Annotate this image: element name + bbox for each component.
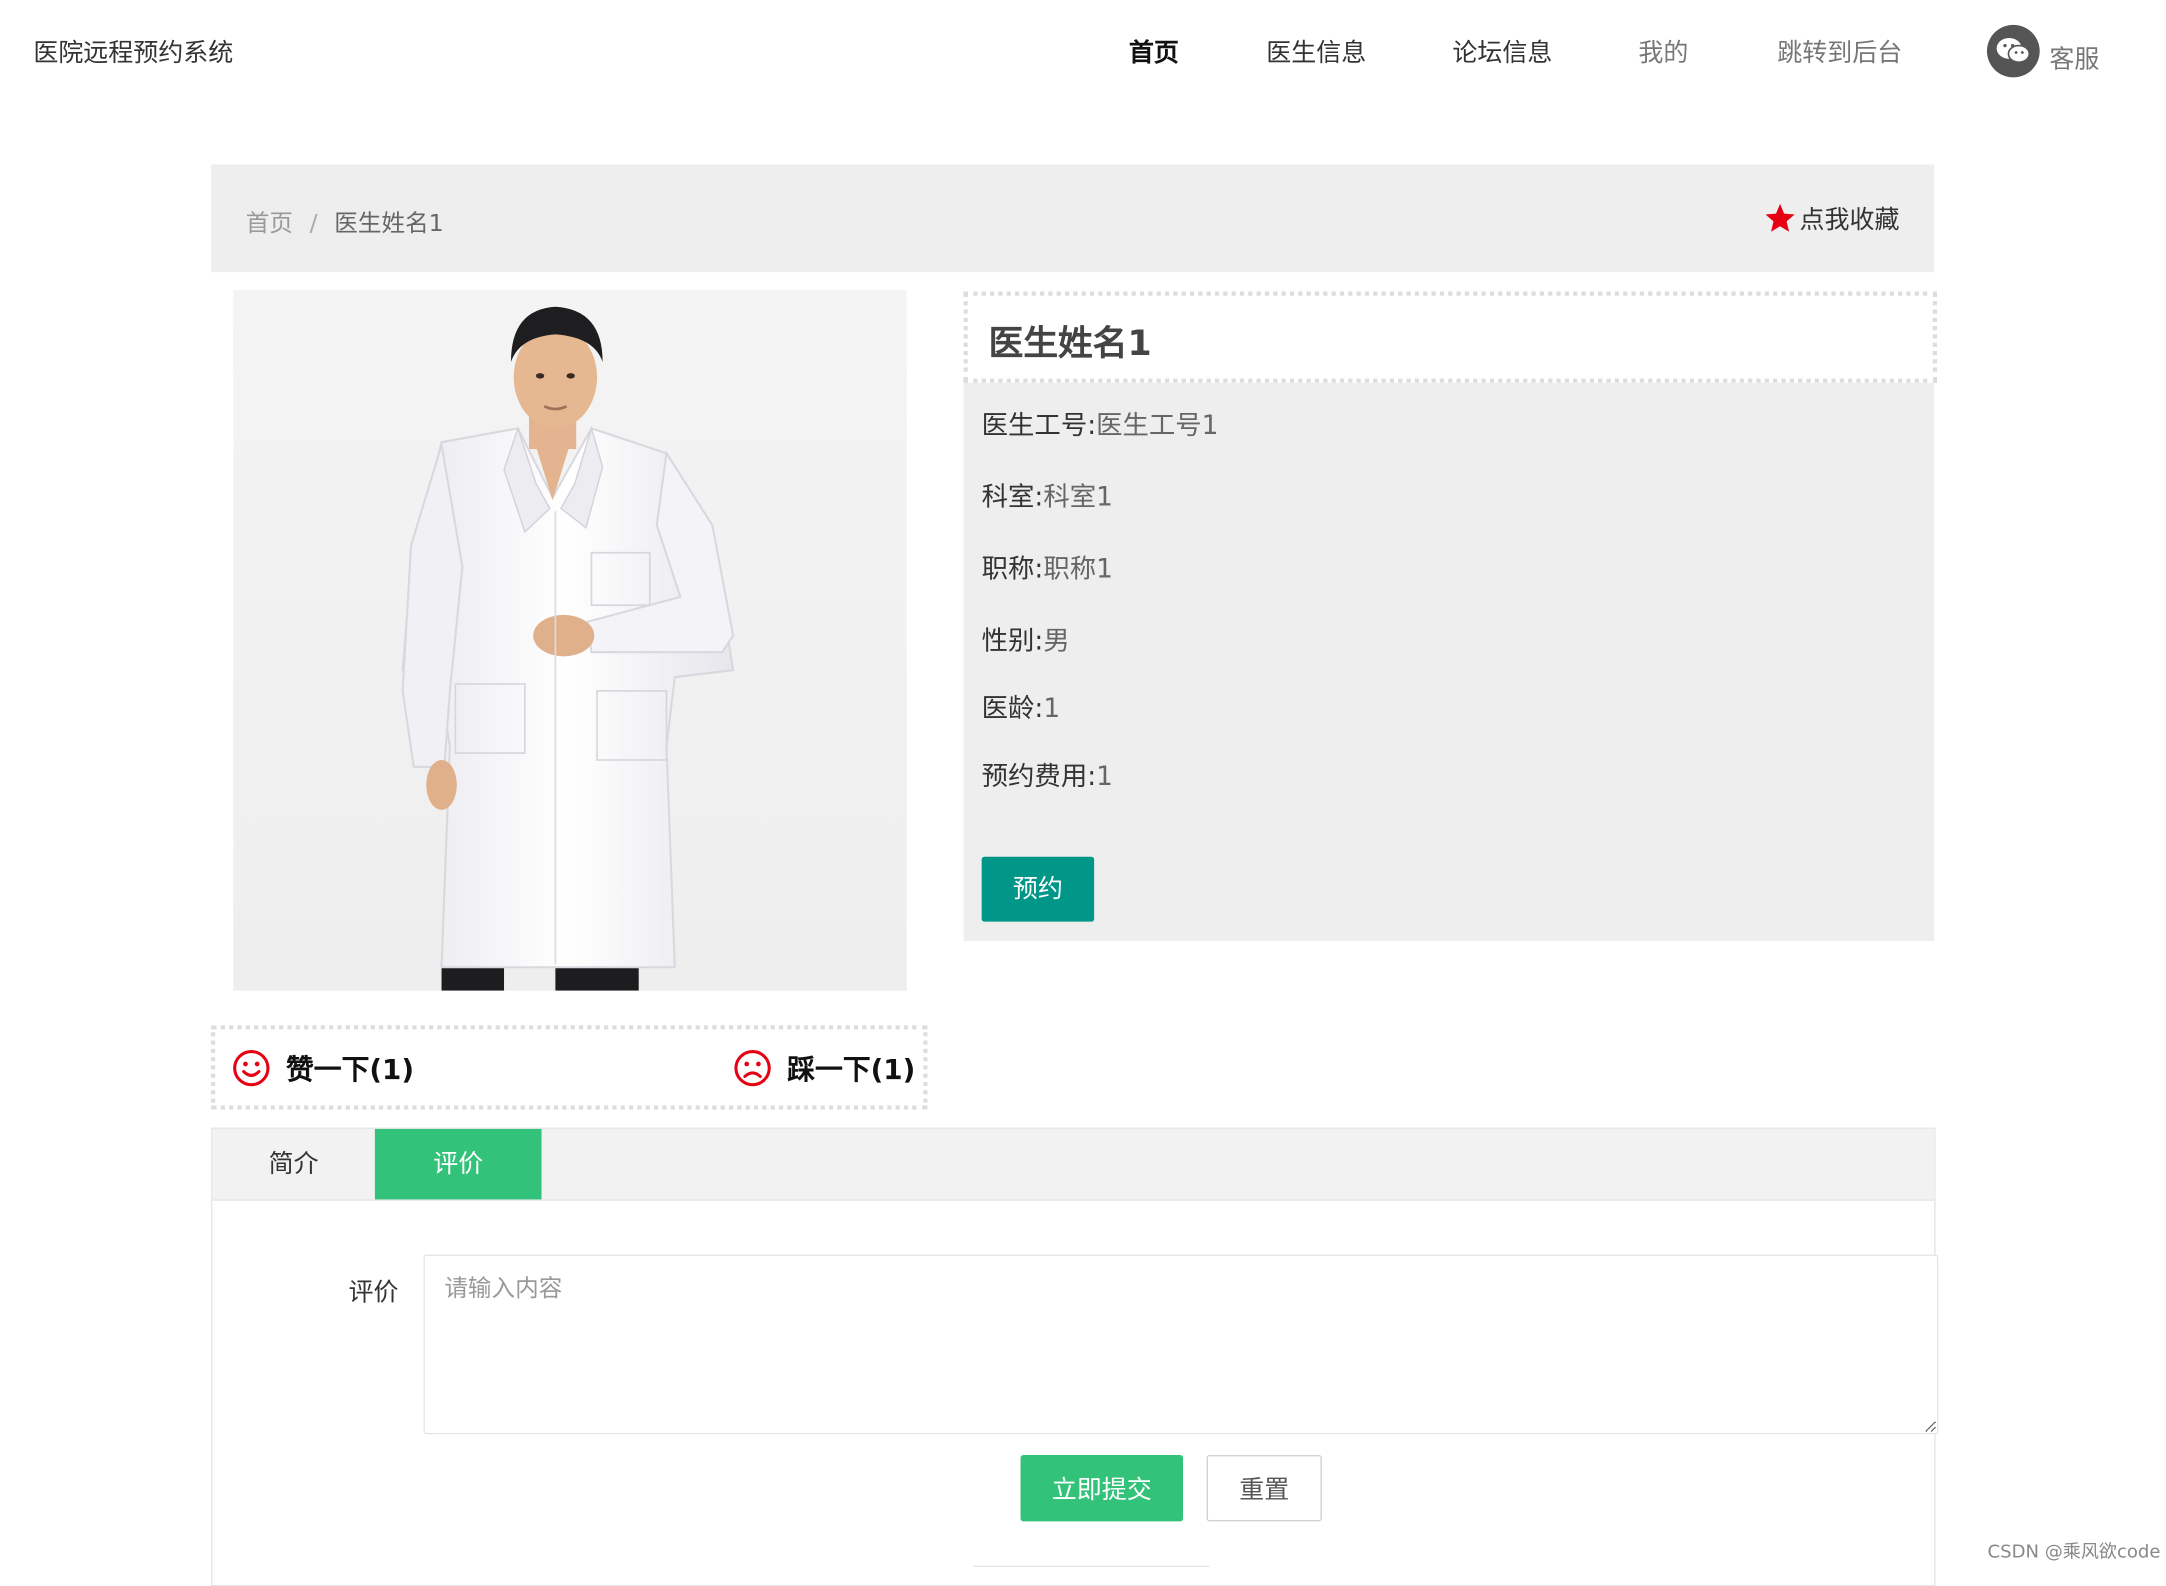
site-title: 医院远程预约系统 xyxy=(33,38,234,68)
customer-service-button[interactable]: 客服 xyxy=(1986,23,2100,78)
info-row-experience: 医龄:1 xyxy=(982,688,1060,725)
nav-mine[interactable]: 我的 xyxy=(1638,33,1688,69)
smile-icon xyxy=(233,1049,270,1086)
doctor-name: 医生姓名1 xyxy=(988,323,1152,364)
comment-label: 评价 xyxy=(348,1278,399,1308)
like-button[interactable]: 赞一下(1) xyxy=(232,1047,414,1087)
info-label: 性别: xyxy=(981,625,1044,657)
tabs-panel: 简介 评价 评价 立即提交 重置 xyxy=(211,1127,1939,1586)
info-value: 职称1 xyxy=(1043,554,1113,585)
customer-service-label: 客服 xyxy=(2049,45,2100,75)
info-label: 预约费用: xyxy=(981,761,1097,792)
info-row-department: 科室:科室1 xyxy=(982,477,1113,514)
tab-intro[interactable]: 简介 xyxy=(212,1129,374,1199)
dislike-label: 踩一下(1) xyxy=(787,1052,916,1087)
doctor-info-panel: 医生工号:医生工号1 科室:科室1 职称:职称1 性别:男 医龄:1 预约费用:… xyxy=(963,382,1935,942)
submit-button[interactable]: 立即提交 xyxy=(1020,1455,1184,1522)
nav-admin[interactable]: 跳转到后台 xyxy=(1777,33,1902,69)
vote-box: 赞一下(1) 踩一下(1) xyxy=(211,1025,928,1110)
tab-review[interactable]: 评价 xyxy=(374,1128,542,1200)
nav-doctor-info[interactable]: 医生信息 xyxy=(1266,33,1366,69)
breadcrumb-home[interactable]: 首页 xyxy=(246,210,293,238)
info-value: 科室1 xyxy=(1043,482,1113,513)
info-row-staff-id: 医生工号:医生工号1 xyxy=(982,405,1219,442)
breadcrumb-bar: 首页 / 医生姓名1 点我收藏 xyxy=(211,164,1935,273)
nav-home[interactable]: 首页 xyxy=(1129,33,1179,69)
info-value: 1 xyxy=(1043,693,1061,725)
info-label: 职称: xyxy=(981,554,1044,585)
favorite-label: 点我收藏 xyxy=(1799,205,1900,235)
favorite-button[interactable]: 点我收藏 xyxy=(1763,200,1899,236)
info-row-title: 职称:职称1 xyxy=(982,549,1113,586)
info-row-gender: 性别:男 xyxy=(982,620,1070,657)
info-label: 医生工号: xyxy=(981,410,1097,441)
reset-button[interactable]: 重置 xyxy=(1206,1455,1322,1522)
info-value: 1 xyxy=(1096,761,1113,792)
breadcrumb: 首页 / 医生姓名1 xyxy=(246,203,444,238)
info-value: 医生工号1 xyxy=(1096,410,1219,441)
doctor-photo xyxy=(233,290,907,991)
watermark: CSDN @乘风欲code xyxy=(1987,1542,2161,1563)
tab-bar: 简介 评价 xyxy=(212,1128,1935,1201)
breadcrumb-current: 医生姓名1 xyxy=(334,210,444,238)
page: 医院远程预约系统 首页 医生信息 论坛信息 我的 跳转到后台 客服 首页 / 医生姓… xyxy=(0,0,2166,1586)
doctor-name-box: 医生姓名1 xyxy=(963,291,1937,383)
info-value: 男 xyxy=(1043,625,1070,657)
wechat-icon xyxy=(1986,24,2040,78)
nav-forum[interactable]: 论坛信息 xyxy=(1452,33,1552,69)
frown-icon xyxy=(734,1049,771,1086)
star-icon xyxy=(1765,203,1795,232)
comment-textarea[interactable] xyxy=(423,1254,1939,1435)
info-label: 科室: xyxy=(981,482,1044,513)
info-row-fee: 预约费用:1 xyxy=(982,756,1113,793)
info-label: 医龄: xyxy=(981,693,1044,725)
breadcrumb-separator: / xyxy=(309,210,318,238)
dislike-button[interactable]: 踩一下(1) xyxy=(733,1047,915,1087)
reserve-button[interactable]: 预约 xyxy=(981,856,1095,922)
like-label: 赞一下(1) xyxy=(286,1052,415,1087)
